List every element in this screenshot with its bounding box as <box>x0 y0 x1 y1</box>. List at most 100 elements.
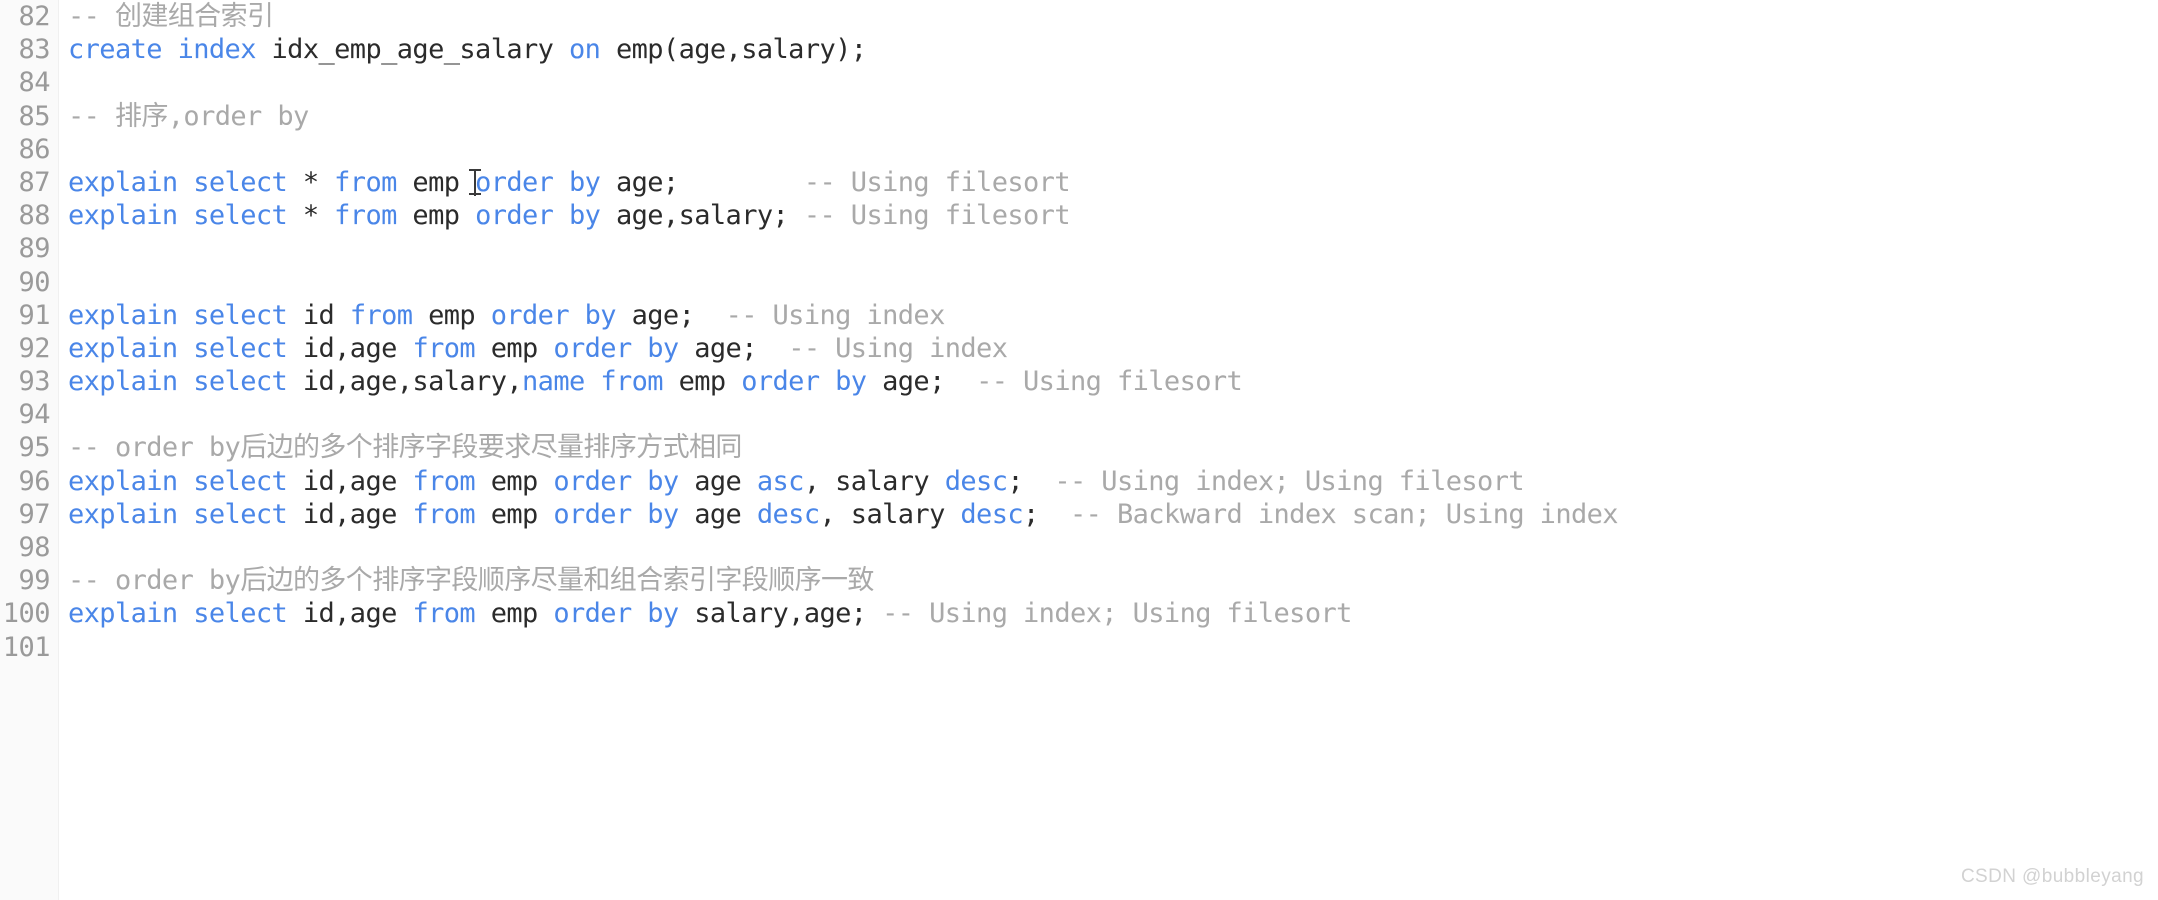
code-line[interactable]: 88 explain select * from emp order by age… <box>0 199 2158 232</box>
code-token-id: id,age <box>287 465 413 497</box>
code-token-kw: order <box>553 498 632 530</box>
code-token-kw: from <box>349 299 413 331</box>
code-token-id <box>569 300 585 331</box>
code-line[interactable]: 86 <box>0 133 2158 166</box>
code-line[interactable]: 97 explain select id,age from emp order b… <box>0 498 2158 531</box>
code-token-kw: explain <box>68 366 178 398</box>
code-token-id <box>820 366 836 397</box>
code-line[interactable]: 99 -- order by后边的多个排序字段顺序尽量和组合索引字段顺序一致 <box>0 564 2158 597</box>
code-token-id <box>178 300 194 331</box>
code-token-kw: desc <box>756 498 820 530</box>
code-token-id <box>178 167 194 198</box>
code-token-kw: from <box>412 332 476 364</box>
line-number: 88 <box>18 200 50 232</box>
code-token-id <box>178 499 194 530</box>
code-token-kw: order <box>553 332 632 364</box>
code-line[interactable]: 101 <box>0 631 2158 664</box>
code-line-text[interactable]: -- 创建组合索引 <box>58 0 2158 33</box>
code-token-id: emp <box>396 200 476 232</box>
code-line[interactable]: 83 create index idx_emp_age_salary on emp… <box>0 33 2158 66</box>
code-editor[interactable]: 82 -- 创建组合索引 83 create index idx_emp_age_sa… <box>0 0 2158 900</box>
line-number: 97 <box>18 498 50 530</box>
code-token-cmt: -- 创建组合索引 <box>68 1 274 32</box>
code-token-cmt: -- Using filesort <box>976 366 1243 398</box>
code-line-text[interactable]: explain select id,age from emp order by … <box>58 465 2158 498</box>
code-line[interactable]: 87 explain select * from emp order by age… <box>0 166 2158 199</box>
code-token-id: ; <box>1007 465 1055 497</box>
code-token-id: , salary <box>803 465 945 497</box>
code-token-id <box>632 499 648 530</box>
code-line-text[interactable]: create index idx_emp_age_salary on emp(a… <box>58 33 2158 66</box>
code-line[interactable]: 93 explain select id,age,salary,name from… <box>0 365 2158 398</box>
code-token-id: age; <box>866 366 977 398</box>
line-number: 92 <box>18 332 50 364</box>
code-token-kw: by <box>835 366 867 398</box>
code-token-id: emp <box>475 598 554 630</box>
code-token-id: * <box>287 200 335 232</box>
code-token-kw: by <box>569 200 601 232</box>
code-token-kw: from <box>334 200 397 232</box>
code-token-id: age <box>678 465 757 497</box>
code-token-id: age; <box>615 299 726 331</box>
code-line-text[interactable]: -- order by后边的多个排序字段要求尽量排序方式相同 <box>58 431 2158 464</box>
code-line-text[interactable]: explain select * from emp order by age; … <box>58 166 2158 199</box>
code-line-text[interactable]: -- 排序,order by <box>58 100 2158 133</box>
code-token-kw: by <box>647 465 679 497</box>
code-line-text[interactable]: explain select id,age,salary,name from e… <box>58 365 2158 398</box>
code-token-kw: select <box>193 366 288 398</box>
line-number: 85 <box>18 100 50 132</box>
code-token-cmt: -- Using filesort <box>803 200 1071 232</box>
code-line[interactable]: 92 explain select id,age from emp order b… <box>0 332 2158 365</box>
code-token-kw: from <box>412 498 476 530</box>
code-content-area[interactable]: 82 -- 创建组合索引 83 create index idx_emp_age_sa… <box>0 0 2158 900</box>
line-number: 99 <box>18 565 50 597</box>
code-line-text[interactable]: explain select id from emp order by age;… <box>58 299 2158 332</box>
code-token-id: * <box>287 166 335 198</box>
code-token-id <box>178 200 194 231</box>
code-line[interactable]: 90 <box>0 266 2158 299</box>
code-token-kw: create <box>68 34 163 66</box>
code-token-id: emp <box>475 332 554 364</box>
code-line-text[interactable]: explain select id,age from emp order by … <box>58 332 2158 365</box>
code-token-kw: order <box>490 299 570 331</box>
code-line[interactable]: 82 -- 创建组合索引 <box>0 0 2158 33</box>
code-token-kw: by <box>569 166 601 198</box>
code-line[interactable]: 85 -- 排序,order by <box>0 100 2158 133</box>
code-token-id: emp(age,salary); <box>600 34 867 66</box>
code-line[interactable]: 89 <box>0 232 2158 265</box>
code-line[interactable]: 94 <box>0 398 2158 431</box>
code-token-kw: select <box>193 200 288 232</box>
code-token-kw: desc <box>944 465 1008 497</box>
line-number: 83 <box>18 34 50 66</box>
code-token-kw: order <box>553 598 632 630</box>
code-line[interactable]: 100 explain select id,age from emp order … <box>0 597 2158 630</box>
code-token-id: salary,age; <box>678 598 883 630</box>
code-token-kw: select <box>193 166 288 198</box>
code-token-id: ; <box>1023 498 1070 530</box>
code-token-cmt: -- Using index; Using filesort <box>1054 465 1525 497</box>
code-line-text[interactable]: explain select id,age from emp order by … <box>58 498 2158 531</box>
code-token-id: emp <box>475 498 554 530</box>
line-number: 82 <box>18 1 50 32</box>
code-token-kw: explain <box>68 332 178 364</box>
code-line[interactable]: 95 -- order by后边的多个排序字段要求尽量排序方式相同 <box>0 431 2158 464</box>
line-number: 101 <box>2 631 51 663</box>
code-line-text[interactable]: explain select id,age from emp order by … <box>58 597 2158 630</box>
code-line[interactable]: 96 explain select id,age from emp order b… <box>0 465 2158 498</box>
code-line-text[interactable]: -- order by后边的多个排序字段顺序尽量和组合索引字段顺序一致 <box>58 564 2158 597</box>
code-line[interactable]: 84 <box>0 66 2158 99</box>
line-number: 86 <box>18 133 50 165</box>
code-line-text[interactable]: explain select * from emp order by age,s… <box>58 199 2158 232</box>
code-token-cmt: -- Using index; Using filesort <box>882 598 1352 630</box>
code-token-id <box>178 366 194 397</box>
code-token-id: emp <box>396 166 476 198</box>
code-token-id: age <box>678 498 757 530</box>
code-token-id <box>178 598 194 629</box>
code-line[interactable]: 91 explain select id from emp order by ag… <box>0 299 2158 332</box>
code-token-id <box>178 466 194 497</box>
line-number: 94 <box>18 399 50 431</box>
code-token-id: id,age,salary, <box>287 366 523 398</box>
code-token-kw: from <box>412 598 476 630</box>
code-token-cmt: -- order by后边的多个排序字段要求尽量排序方式相同 <box>68 432 742 464</box>
code-line[interactable]: 98 <box>0 531 2158 564</box>
